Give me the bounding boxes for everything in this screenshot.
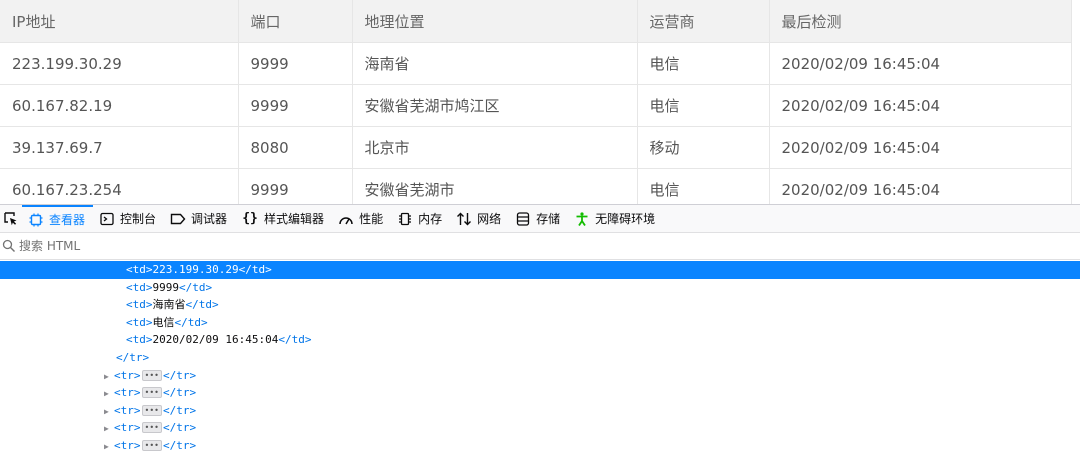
column-header: IP地址 xyxy=(0,0,239,43)
markup-node-close-tr[interactable]: </tr> xyxy=(0,349,1080,367)
port-cell: 9999 xyxy=(238,168,353,204)
location-cell: 安徽省芜湖市鸠江区 xyxy=(352,84,638,127)
isp-cell: 移动 xyxy=(637,126,770,169)
search-icon xyxy=(2,239,16,253)
html-search-bar xyxy=(0,233,1080,260)
web-page-content: IP地址 端口 地理位置 运营商 最后检测 223.199.30.29 9999… xyxy=(0,0,1080,204)
node-text: 223.199.30.29 xyxy=(152,263,239,276)
node-text: 电信 xyxy=(152,315,175,329)
ellipsis-badge[interactable]: ••• xyxy=(141,369,162,381)
debugger-icon xyxy=(170,211,186,227)
ellipsis-badge[interactable]: ••• xyxy=(141,439,162,451)
network-icon xyxy=(456,211,472,227)
markup-node-collapsed-tr[interactable]: ▶ <tr> ••• </tr> xyxy=(0,384,1080,402)
node-text: 9999 xyxy=(152,280,180,294)
accessibility-icon xyxy=(574,211,590,227)
tab-console[interactable]: 控制台 xyxy=(93,205,164,232)
ellipsis-badge[interactable]: ••• xyxy=(141,404,162,416)
isp-cell: 电信 xyxy=(637,84,770,127)
location-cell: 北京市 xyxy=(352,126,638,169)
table-row: 60.167.23.254 9999 安徽省芜湖市 电信 2020/02/09 … xyxy=(0,168,1072,204)
markup-node[interactable]: <td>海南省</td> xyxy=(0,296,1080,314)
ellipsis-badge[interactable]: ••• xyxy=(141,387,162,399)
markup-node-selected[interactable]: <td>223.199.30.29</td> xyxy=(0,261,1080,279)
expand-twisty-icon[interactable]: ▶ xyxy=(104,385,114,403)
tab-memory[interactable]: 内存 xyxy=(391,205,450,232)
expand-twisty-icon[interactable]: ▶ xyxy=(104,368,114,386)
markup-node-collapsed-tr[interactable]: ▶ <tr> ••• </tr> xyxy=(0,437,1080,455)
markup-view: <td>223.199.30.29</td> <td>9999</td> <td… xyxy=(0,261,1080,452)
ellipsis-badge[interactable]: ••• xyxy=(141,422,162,434)
expand-twisty-icon[interactable]: ▶ xyxy=(104,403,114,421)
last-check-cell: 2020/02/09 16:45:04 xyxy=(769,168,1072,204)
column-header: 运营商 xyxy=(637,0,770,43)
page-scroll-edge xyxy=(1071,0,1080,204)
tab-storage[interactable]: 存储 xyxy=(509,205,568,232)
performance-icon xyxy=(338,211,354,227)
table-row: 39.137.69.7 8080 北京市 移动 2020/02/09 16:45… xyxy=(0,126,1072,169)
search-html-input[interactable] xyxy=(19,239,419,253)
markup-node[interactable]: <td>电信</td> xyxy=(0,314,1080,332)
ip-cell: 60.167.23.254 xyxy=(0,168,239,204)
column-header: 端口 xyxy=(238,0,353,43)
table-header-row: IP地址 端口 地理位置 运营商 最后检测 xyxy=(0,0,1072,43)
node-text: 海南省 xyxy=(152,298,186,312)
tab-style-editor[interactable]: {} 样式编辑器 xyxy=(235,205,332,232)
ip-cell: 223.199.30.29 xyxy=(0,42,239,85)
last-check-cell: 2020/02/09 16:45:04 xyxy=(769,42,1072,85)
tab-accessibility[interactable]: 无障碍环境 xyxy=(568,205,663,232)
column-header: 地理位置 xyxy=(352,0,638,43)
proxy-table: IP地址 端口 地理位置 运营商 最后检测 223.199.30.29 9999… xyxy=(0,0,1072,204)
tab-network[interactable]: 网络 xyxy=(450,205,509,232)
tab-inspector[interactable]: 查看器 xyxy=(22,205,94,232)
last-check-cell: 2020/02/09 16:45:04 xyxy=(769,126,1072,169)
column-header: 最后检测 xyxy=(769,0,1072,43)
port-cell: 9999 xyxy=(238,84,353,127)
markup-node-collapsed-tr[interactable]: ▶ <tr> ••• </tr> xyxy=(0,367,1080,385)
node-text: 2020/02/09 16:45:04 xyxy=(152,333,279,347)
expand-twisty-icon[interactable]: ▶ xyxy=(104,420,114,438)
table-row: 223.199.30.29 9999 海南省 电信 2020/02/09 16:… xyxy=(0,42,1072,85)
tab-performance[interactable]: 性能 xyxy=(332,205,391,232)
style-editor-icon: {} xyxy=(242,211,258,226)
element-picker-button[interactable] xyxy=(0,205,22,232)
markup-node[interactable]: <td>2020/02/09 16:45:04</td> xyxy=(0,331,1080,349)
port-cell: 8080 xyxy=(238,126,353,169)
console-icon xyxy=(99,211,115,227)
storage-icon xyxy=(515,211,531,227)
markup-node-collapsed-tr[interactable]: ▶ <tr> ••• </tr> xyxy=(0,419,1080,437)
isp-cell: 电信 xyxy=(637,42,770,85)
markup-node-collapsed-tr[interactable]: ▶ <tr> ••• </tr> xyxy=(0,402,1080,420)
ip-cell: 60.167.82.19 xyxy=(0,84,239,127)
inspector-icon xyxy=(28,212,44,228)
last-check-cell: 2020/02/09 16:45:04 xyxy=(769,84,1072,127)
isp-cell: 电信 xyxy=(637,168,770,204)
ip-cell: 39.137.69.7 xyxy=(0,126,239,169)
tab-debugger[interactable]: 调试器 xyxy=(164,205,235,232)
devtools-toolbar: 查看器 控制台 调试器 {} 样式编辑器 性能 内存 网络 存储 无障碍环境 xyxy=(0,205,1080,233)
devtools-panel: 查看器 控制台 调试器 {} 样式编辑器 性能 内存 网络 存储 无障碍环境 搜… xyxy=(0,204,1080,452)
markup-node[interactable]: <td>9999</td> xyxy=(0,279,1080,297)
port-cell: 9999 xyxy=(238,42,353,85)
location-cell: 海南省 xyxy=(352,42,638,85)
element-picker-icon xyxy=(4,211,18,226)
table-row: 60.167.82.19 9999 安徽省芜湖市鸠江区 电信 2020/02/0… xyxy=(0,84,1072,127)
memory-icon xyxy=(397,211,413,227)
location-cell: 安徽省芜湖市 xyxy=(352,168,638,204)
